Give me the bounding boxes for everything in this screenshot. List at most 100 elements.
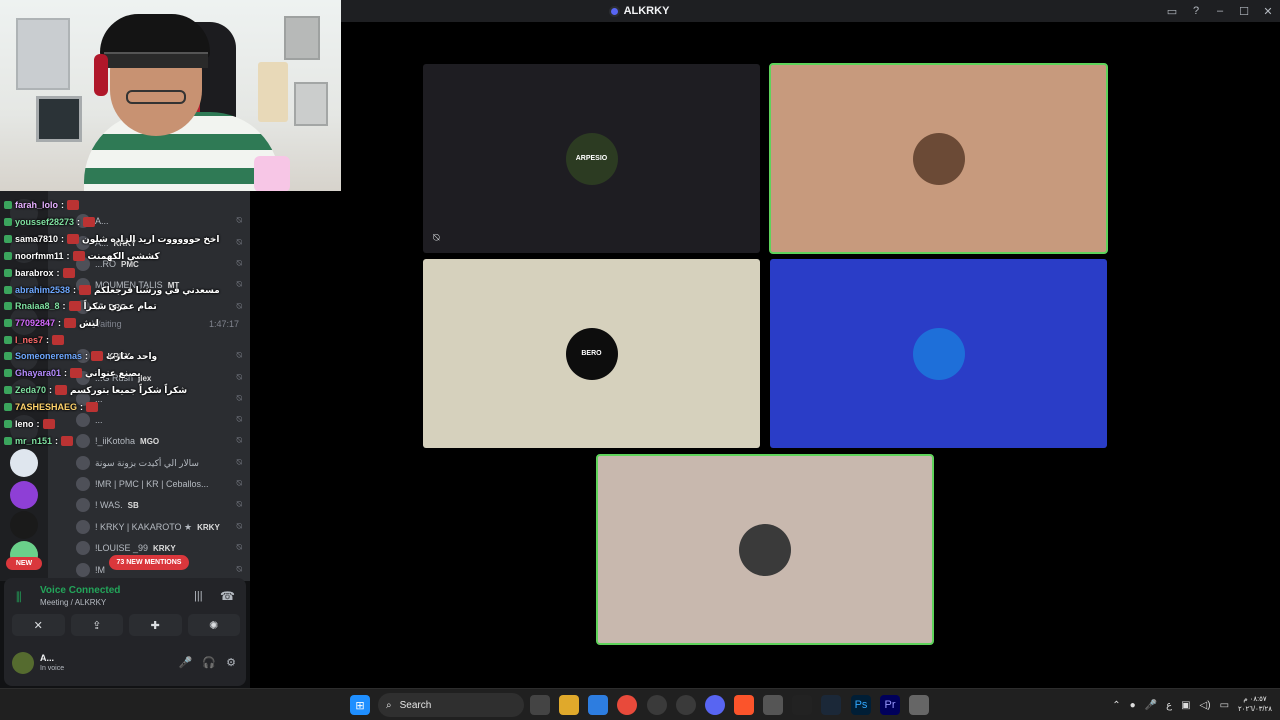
voice-member-row[interactable]: ! KRKY | KAKAROTO ★ KRKY ⍉: [76, 517, 248, 537]
chat-message: Zeda70: شكراً شكراً جميعا بتوركسم: [4, 383, 187, 397]
member-name: !MR | PMC | KR | Ceballos...: [95, 479, 209, 489]
steam-icon[interactable]: [821, 695, 841, 715]
share-screen-button[interactable]: ⇪: [70, 614, 123, 636]
activities-button[interactable]: ✚: [129, 614, 182, 636]
chat-message: 77092847: ليش: [4, 316, 99, 330]
app-icon[interactable]: [909, 695, 929, 715]
premiere-icon[interactable]: Pr: [880, 695, 900, 715]
maximize-button[interactable]: ☐: [1232, 0, 1256, 22]
taskbar-search[interactable]: ⌕ Search: [378, 693, 524, 717]
store-icon[interactable]: [588, 695, 608, 715]
brave-icon[interactable]: [734, 695, 754, 715]
voice-channel-label[interactable]: Meeting / ALKRKY: [40, 598, 106, 607]
start-icon[interactable]: ⊞: [350, 695, 370, 715]
headphones-icon[interactable]: 🎧: [202, 656, 216, 669]
user-name[interactable]: A...: [40, 653, 54, 663]
voice-connected-label[interactable]: Voice Connected: [40, 585, 120, 596]
chat-separator: :: [55, 436, 59, 446]
app-icon[interactable]: [763, 695, 783, 715]
participant-tile[interactable]: [596, 454, 934, 645]
chat-emote-icon: [70, 368, 83, 378]
avatar: [76, 456, 90, 470]
search-icon: ⌕: [386, 699, 392, 711]
new-badge[interactable]: NEW: [6, 557, 42, 570]
voice-member-row[interactable]: !MR | PMC | KR | Ceballos... ⍉: [76, 474, 248, 494]
chat-text: يصنع عنواني: [85, 367, 141, 378]
chat-separator: :: [56, 268, 60, 278]
inbox-icon[interactable]: ▭: [1160, 0, 1184, 22]
chat-separator: :: [85, 351, 89, 361]
chat-emote-icon: [91, 351, 104, 361]
voice-member-row[interactable]: سالار الي أكيدت بزونة سونة ⍉: [76, 453, 248, 473]
chat-separator: :: [62, 301, 66, 311]
chat-message: abrahim2538: مسعدني في ورشنا قرجعلكم: [4, 283, 220, 297]
member-name: !LOUISE _99: [95, 543, 149, 553]
discord-icon[interactable]: [705, 695, 725, 715]
member-tag: SB: [127, 500, 139, 510]
avatar: [76, 520, 90, 534]
muted-icon: ⍉: [236, 564, 242, 574]
chat-message: l_nes7:: [4, 333, 67, 347]
file-explorer-icon[interactable]: [559, 695, 579, 715]
disconnect-icon[interactable]: ☎: [220, 589, 235, 603]
photoshop-icon[interactable]: Ps: [851, 695, 871, 715]
language-indicator[interactable]: ع: [1166, 700, 1172, 711]
member-name: ! KRKY | KAKAROTO ★: [95, 521, 193, 532]
chat-badge-icon: [4, 201, 12, 209]
chat-emote-icon: [61, 436, 74, 446]
chrome-icon[interactable]: [617, 695, 637, 715]
server-icon-9[interactable]: [10, 481, 38, 509]
steam-settings-icon[interactable]: [676, 695, 696, 715]
close-button[interactable]: ✕: [1256, 0, 1280, 22]
minimize-button[interactable]: –: [1208, 0, 1232, 22]
server-icon-8[interactable]: [10, 449, 38, 477]
chat-username: farah_lolo: [15, 200, 59, 210]
noise-suppression-icon[interactable]: |||: [194, 590, 203, 602]
clock[interactable]: ٠٨:٥٧ م ٢٠٢٦/٠٣/٢٨: [1238, 695, 1272, 715]
chat-username: 77092847: [15, 318, 56, 328]
task-view-icon[interactable]: [530, 695, 550, 715]
chevron-up-icon[interactable]: ⌃: [1112, 700, 1120, 711]
muted-icon: ⍉: [236, 478, 242, 488]
volume-icon[interactable]: ◁): [1200, 700, 1211, 711]
chat-badge-icon: [4, 286, 12, 294]
chat-username: barabrox: [15, 268, 54, 278]
network-icon[interactable]: ▣: [1181, 700, 1190, 711]
camera-off-button[interactable]: ✕: [12, 614, 65, 636]
avatar: [76, 563, 90, 577]
tray-app-icon[interactable]: ●: [1130, 700, 1136, 711]
soundboard-button[interactable]: ✺: [187, 614, 240, 636]
chat-emote-icon: [68, 301, 81, 311]
chat-message: youssef28273:: [4, 215, 98, 229]
participant-tile[interactable]: BERO: [423, 259, 760, 448]
chat-text: مسعدني في ورشنا قرجعلكم: [94, 284, 220, 295]
avatar[interactable]: [12, 652, 34, 674]
mic-icon[interactable]: 🎤: [1145, 700, 1157, 711]
mic-icon[interactable]: 🎤: [179, 656, 193, 669]
chat-username: sama7810: [15, 234, 59, 244]
capcut-icon[interactable]: [792, 695, 812, 715]
participant-tile[interactable]: ARPESIO ⍉: [423, 64, 760, 253]
help-icon[interactable]: ?: [1184, 0, 1208, 22]
member-name: ! WAS.: [95, 500, 123, 510]
screen: ALKRKY ▭ ? – ☐ ✕ A... ⍉ A... KRKY ⍉ ...RO PMC ⍉…: [0, 0, 1280, 720]
chat-badge-icon: [4, 218, 12, 226]
server-icon-10[interactable]: [10, 511, 38, 539]
chat-separator: :: [36, 419, 40, 429]
member-tag: KRKY: [197, 522, 220, 532]
voice-member-row[interactable]: ! WAS. SB ⍉: [76, 495, 248, 515]
settings-gear-icon[interactable]: ⚙: [226, 656, 236, 669]
battery-icon[interactable]: ▭: [1220, 700, 1229, 711]
participant-tile[interactable]: [769, 63, 1108, 254]
new-mentions-button[interactable]: 73 NEW MENTIONS: [109, 555, 189, 570]
chat-username: Someoneremas: [15, 351, 83, 361]
app-icon[interactable]: [647, 695, 667, 715]
avatar: [739, 523, 791, 576]
chat-message: leno:: [4, 417, 58, 431]
chat-emote-icon: [83, 217, 96, 227]
chat-username: leno: [15, 419, 34, 429]
user-panel: A... In voice 🎤 🎧 ⚙: [4, 648, 246, 684]
chat-separator: :: [64, 368, 68, 378]
participant-name: ARPESIO: [575, 155, 608, 162]
participant-tile[interactable]: [770, 259, 1107, 448]
